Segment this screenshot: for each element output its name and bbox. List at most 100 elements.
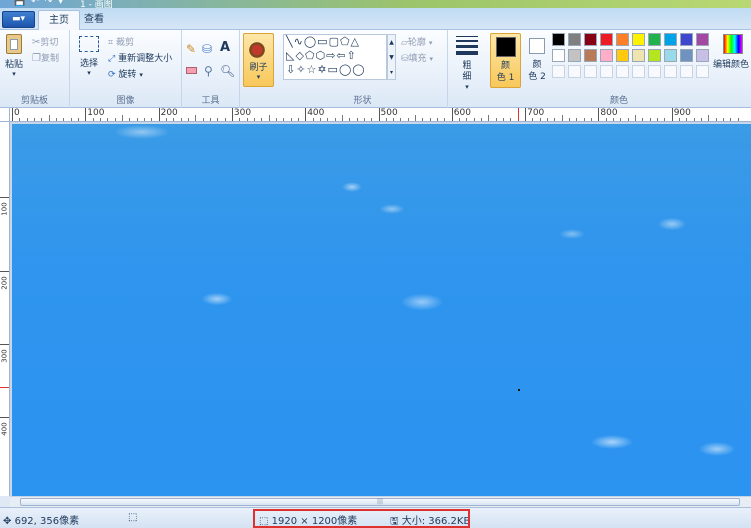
save-icon[interactable]: 💾 (14, 0, 25, 8)
select-icon (79, 36, 99, 52)
ruler-minor-tick (341, 115, 343, 121)
six-star-shape-icon[interactable]: ✡ (317, 63, 327, 76)
palette-swatch[interactable] (696, 49, 709, 62)
paste-button[interactable]: 粘贴 ▾ (3, 34, 25, 78)
down-arrow-shape-icon[interactable]: ⇩ (286, 63, 296, 76)
size-button[interactable]: 粗 细 ▾ (452, 34, 482, 91)
ruler-minor-tick (195, 115, 197, 121)
palette-swatch[interactable] (568, 33, 581, 46)
palette-swatch[interactable] (552, 33, 565, 46)
text-button[interactable]: A (220, 40, 230, 55)
rotate-icon: ⟳ (108, 69, 116, 80)
palette-swatch[interactable] (568, 65, 581, 78)
undo-icon[interactable]: ↶ (31, 0, 39, 8)
hexagon-shape-icon[interactable]: ⬡ (316, 49, 327, 62)
left-arrow-shape-icon[interactable]: ⇦ (336, 49, 346, 62)
right-arrow-shape-icon[interactable]: ⇨ (326, 49, 336, 62)
ribbon-tab-row: ▬▾ 主页 查看 (0, 8, 751, 30)
copy-button[interactable]: ❐复制 (32, 51, 59, 64)
triangle-shape-icon[interactable]: △ (351, 35, 360, 48)
vertical-ruler: 100 200 300 400 (0, 122, 10, 496)
vruler-label: 200 (0, 275, 9, 290)
palette-swatch[interactable] (632, 65, 645, 78)
canvas-image[interactable] (12, 124, 751, 496)
highlight-box (253, 509, 470, 528)
pentagon-shape-icon[interactable]: ⬠ (305, 49, 316, 62)
five-star-shape-icon[interactable]: ☆ (306, 63, 317, 76)
palette-swatch[interactable] (696, 33, 709, 46)
palette-swatch[interactable] (664, 49, 677, 62)
crop-button[interactable]: ⌗ 裁剪 (108, 35, 134, 49)
ruler-label: 800 (600, 108, 618, 118)
palette-swatch[interactable] (552, 49, 565, 62)
cut-button[interactable]: ✂剪切 (32, 35, 58, 48)
cloud-callout-shape-icon[interactable]: ◯ (352, 63, 365, 76)
palette-swatch[interactable] (680, 65, 693, 78)
line-shape-icon[interactable]: ╲ (286, 35, 294, 48)
redo-icon[interactable]: ↷ (45, 0, 53, 8)
paint-bucket-icon: ⛁ (202, 42, 213, 56)
crop-label: 裁剪 (115, 38, 134, 48)
four-star-shape-icon[interactable]: ✧ (296, 63, 306, 76)
palette-swatch[interactable] (584, 33, 597, 46)
color2-button[interactable]: 颜 色 2 (524, 33, 550, 88)
palette-swatch[interactable] (616, 49, 629, 62)
fill-shape-button[interactable]: ⛁填充 ▾ (401, 51, 433, 65)
palette-swatch[interactable] (664, 65, 677, 78)
polygon-shape-icon[interactable]: ⬠ (340, 35, 351, 48)
curve-shape-icon[interactable]: ∿ (294, 35, 304, 48)
scrollbar-thumb[interactable]: ||| (20, 498, 740, 506)
palette-swatch[interactable] (616, 33, 629, 46)
oval-callout-shape-icon[interactable]: ◯ (339, 63, 352, 76)
resize-button[interactable]: ⤢ 重新调整大小 (108, 51, 172, 65)
rounded-rect-shape-icon[interactable]: ▢ (329, 35, 340, 48)
callout-shape-icon[interactable]: ▭ (328, 63, 339, 76)
vruler-tick (0, 417, 9, 419)
app-menu-button[interactable]: ▬▾ (2, 11, 35, 28)
color1-label: 颜 色 1 (496, 61, 515, 83)
palette-swatch[interactable] (680, 49, 693, 62)
diamond-shape-icon[interactable]: ◇ (295, 49, 304, 62)
magnifier-button[interactable]: 🔍︎ (220, 64, 235, 78)
palette-swatch[interactable] (648, 33, 661, 46)
quick-access-toolbar: 💾 ↶ ↷ ▾ (14, 0, 63, 8)
palette-swatch[interactable] (568, 49, 581, 62)
tab-view[interactable]: 查看 (74, 10, 114, 30)
palette-swatch[interactable] (632, 33, 645, 46)
palette-swatch[interactable] (680, 33, 693, 46)
palette-swatch[interactable] (632, 49, 645, 62)
pencil-button[interactable]: ✎ (186, 42, 196, 56)
palette-swatch[interactable] (600, 49, 613, 62)
rectangle-shape-icon[interactable]: ▭ (317, 35, 328, 48)
palette-swatch[interactable] (584, 49, 597, 62)
select-button[interactable]: 选择 ▾ (78, 36, 100, 77)
edit-colors-button[interactable]: 编辑颜色 (713, 34, 751, 84)
brushes-button[interactable]: 刷子 ▾ (243, 33, 274, 87)
shapes-scroll[interactable]: ▲ ▼ ▾ (387, 34, 396, 80)
palette-swatch[interactable] (648, 65, 661, 78)
image-group: 选择 ▾ ⌗ 裁剪 ⤢ 重新调整大小 ⟳ 旋转 ▾ 图像 (70, 30, 182, 108)
outline-button[interactable]: ▱轮廓 ▾ (401, 35, 432, 49)
ruler-minor-tick (121, 115, 123, 121)
brushes-label: 刷子 (249, 63, 268, 73)
oval-shape-icon[interactable]: ◯ (304, 35, 317, 48)
palette-swatch[interactable] (600, 33, 613, 46)
palette-swatch[interactable] (664, 33, 677, 46)
color1-button[interactable]: 颜 色 1 (490, 33, 521, 88)
palette-swatch[interactable] (584, 65, 597, 78)
palette-swatch[interactable] (552, 65, 565, 78)
palette-swatch[interactable] (696, 65, 709, 78)
up-arrow-shape-icon[interactable]: ⇧ (347, 49, 357, 62)
eraser-button[interactable] (186, 66, 197, 76)
ruler-tick (12, 108, 13, 121)
palette-swatch[interactable] (616, 65, 629, 78)
shapes-group: ╲∿◯▭▢⬠△ ◺◇⬠⬡⇨⇦⇧ ⇩✧☆✡▭◯◯ ▲ ▼ ▾ ▱轮廓 ▾ ⛁填充 ▾ … (278, 30, 448, 108)
palette-swatch[interactable] (600, 65, 613, 78)
customize-icon[interactable]: ▾ (58, 0, 63, 8)
color-picker-button[interactable]: ⚲ (204, 64, 213, 78)
fill-button[interactable]: ⛁ (202, 42, 212, 56)
rotate-button[interactable]: ⟳ 旋转 ▾ (108, 67, 143, 81)
shapes-gallery[interactable]: ╲∿◯▭▢⬠△ ◺◇⬠⬡⇨⇦⇧ ⇩✧☆✡▭◯◯ (283, 34, 387, 80)
palette-swatch[interactable] (648, 49, 661, 62)
horizontal-scrollbar[interactable]: ||| (10, 496, 751, 507)
